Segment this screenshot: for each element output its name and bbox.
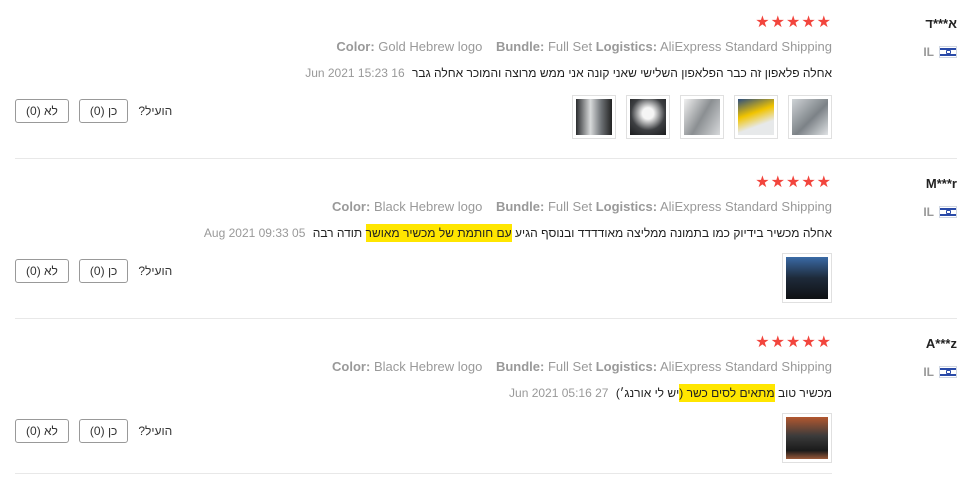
review-divider bbox=[15, 158, 957, 159]
reviewer-info: א***ד IL bbox=[897, 16, 957, 59]
review-text: מכשיר טוב מתאים לסים כשר (יש לי אורנג׳) … bbox=[22, 384, 832, 402]
helpful-no-button[interactable]: לא (0) bbox=[15, 99, 69, 123]
review-text: אחלה פלאפון זה כבר הפלאפון השלישי שאני ק… bbox=[22, 65, 832, 81]
review-date: 27 Jun 2021 05:16 bbox=[509, 386, 609, 400]
color-label: Color: bbox=[332, 359, 371, 374]
reviewer-country: IL bbox=[897, 45, 957, 59]
country-code: IL bbox=[923, 45, 934, 59]
helpful-votes: הועיל? כן (0) לא (0) bbox=[15, 419, 172, 443]
review-body-highlight: מתאים לסים כשר ( bbox=[679, 384, 775, 402]
bundle-label: Bundle: bbox=[495, 359, 545, 374]
color-value: Black Hebrew logo bbox=[373, 199, 483, 214]
review-photo[interactable] bbox=[626, 95, 670, 139]
helpful-question: הועיל? bbox=[138, 104, 173, 118]
review-date: 16 Jun 2021 15:23 bbox=[305, 66, 405, 80]
helpful-yes-button[interactable]: כן (0) bbox=[78, 99, 129, 123]
reviewer-country: IL bbox=[897, 205, 957, 219]
review-photo[interactable] bbox=[782, 253, 832, 303]
color-value: Gold Hebrew logo bbox=[378, 39, 483, 54]
review-sku-info: Color: Black Hebrew logo Bundle: Full Se… bbox=[22, 199, 832, 215]
review-item: M***r IL ★★★★★ Color: Black Hebrew logo … bbox=[15, 170, 957, 310]
color-value: Black Hebrew logo bbox=[373, 359, 483, 374]
helpful-no-button[interactable]: לא (0) bbox=[15, 259, 69, 283]
bundle-value: Full Set bbox=[547, 359, 593, 374]
helpful-yes-button[interactable]: כן (0) bbox=[78, 259, 129, 283]
country-code: IL bbox=[923, 365, 934, 379]
reviewer-name: M***r bbox=[925, 176, 957, 191]
review-item: א***ד IL ★★★★★ Color: Gold Hebrew logo B… bbox=[15, 10, 957, 150]
helpful-votes: הועיל? כן (0) לא (0) bbox=[15, 99, 172, 123]
israel-flag-icon bbox=[939, 206, 957, 218]
reviewer-info: M***r IL bbox=[897, 176, 957, 219]
review-text: אחלה מכשיר בידיוק כמו בתמונה ממליצה מאוד… bbox=[22, 224, 832, 242]
bundle-value: Full Set bbox=[547, 199, 593, 214]
review-body-end: יש לי אורנג׳) bbox=[615, 386, 680, 400]
review-photo[interactable] bbox=[572, 95, 616, 139]
country-code: IL bbox=[923, 205, 934, 219]
helpful-question: הועיל? bbox=[138, 264, 173, 278]
reviewer-country: IL bbox=[897, 365, 957, 379]
bundle-label: Bundle: bbox=[495, 39, 545, 54]
review-divider bbox=[15, 473, 832, 474]
review-content: ★★★★★ Color: Black Hebrew logo Bundle: F… bbox=[22, 335, 832, 463]
logistics-value: AliExpress Standard Shipping bbox=[660, 39, 832, 54]
review-content: ★★★★★ Color: Black Hebrew logo Bundle: F… bbox=[22, 175, 832, 303]
review-photo[interactable] bbox=[680, 95, 724, 139]
review-item: A***z IL ★★★★★ Color: Black Hebrew logo … bbox=[15, 330, 957, 470]
review-divider bbox=[15, 318, 957, 319]
israel-flag-icon bbox=[939, 366, 957, 378]
review-body-start: מכשיר טוב bbox=[777, 386, 832, 400]
color-label: Color: bbox=[332, 199, 371, 214]
review-body-start: אחלה מכשיר בידיוק כמו בתמונה ממליצה מאוד… bbox=[514, 226, 832, 240]
review-photo[interactable] bbox=[782, 413, 832, 463]
review-date: 05 Aug 2021 09:33 bbox=[203, 226, 306, 240]
bundle-label: Bundle: bbox=[495, 199, 545, 214]
logistics-value: AliExpress Standard Shipping bbox=[660, 359, 832, 374]
review-body: אחלה פלאפון זה כבר הפלאפון השלישי שאני ק… bbox=[411, 66, 832, 80]
logistics-value: AliExpress Standard Shipping bbox=[660, 199, 832, 214]
logistics-label: Logistics: bbox=[595, 199, 658, 214]
review-sku-info: Color: Gold Hebrew logo Bundle: Full Set… bbox=[22, 39, 832, 55]
review-body-highlight: עם חותמת של מכשיר מאושר bbox=[365, 224, 512, 242]
helpful-votes: הועיל? כן (0) לא (0) bbox=[15, 259, 172, 283]
bundle-value: Full Set bbox=[547, 39, 593, 54]
rating-stars: ★★★★★ bbox=[755, 174, 832, 191]
israel-flag-icon bbox=[939, 46, 957, 58]
helpful-no-button[interactable]: לא (0) bbox=[15, 419, 69, 443]
logistics-label: Logistics: bbox=[595, 359, 658, 374]
color-label: Color: bbox=[336, 39, 375, 54]
rating-stars: ★★★★★ bbox=[755, 334, 832, 351]
reviewer-info: A***z IL bbox=[897, 336, 957, 379]
review-sku-info: Color: Black Hebrew logo Bundle: Full Se… bbox=[22, 359, 832, 375]
review-body-end: תודה רבה bbox=[312, 226, 363, 240]
helpful-yes-button[interactable]: כן (0) bbox=[78, 419, 129, 443]
review-photo[interactable] bbox=[788, 95, 832, 139]
review-photo[interactable] bbox=[734, 95, 778, 139]
rating-stars: ★★★★★ bbox=[755, 14, 832, 31]
helpful-question: הועיל? bbox=[138, 424, 173, 438]
reviewer-name: א***ד bbox=[925, 16, 957, 31]
logistics-label: Logistics: bbox=[595, 39, 658, 54]
reviewer-name: A***z bbox=[925, 336, 957, 351]
